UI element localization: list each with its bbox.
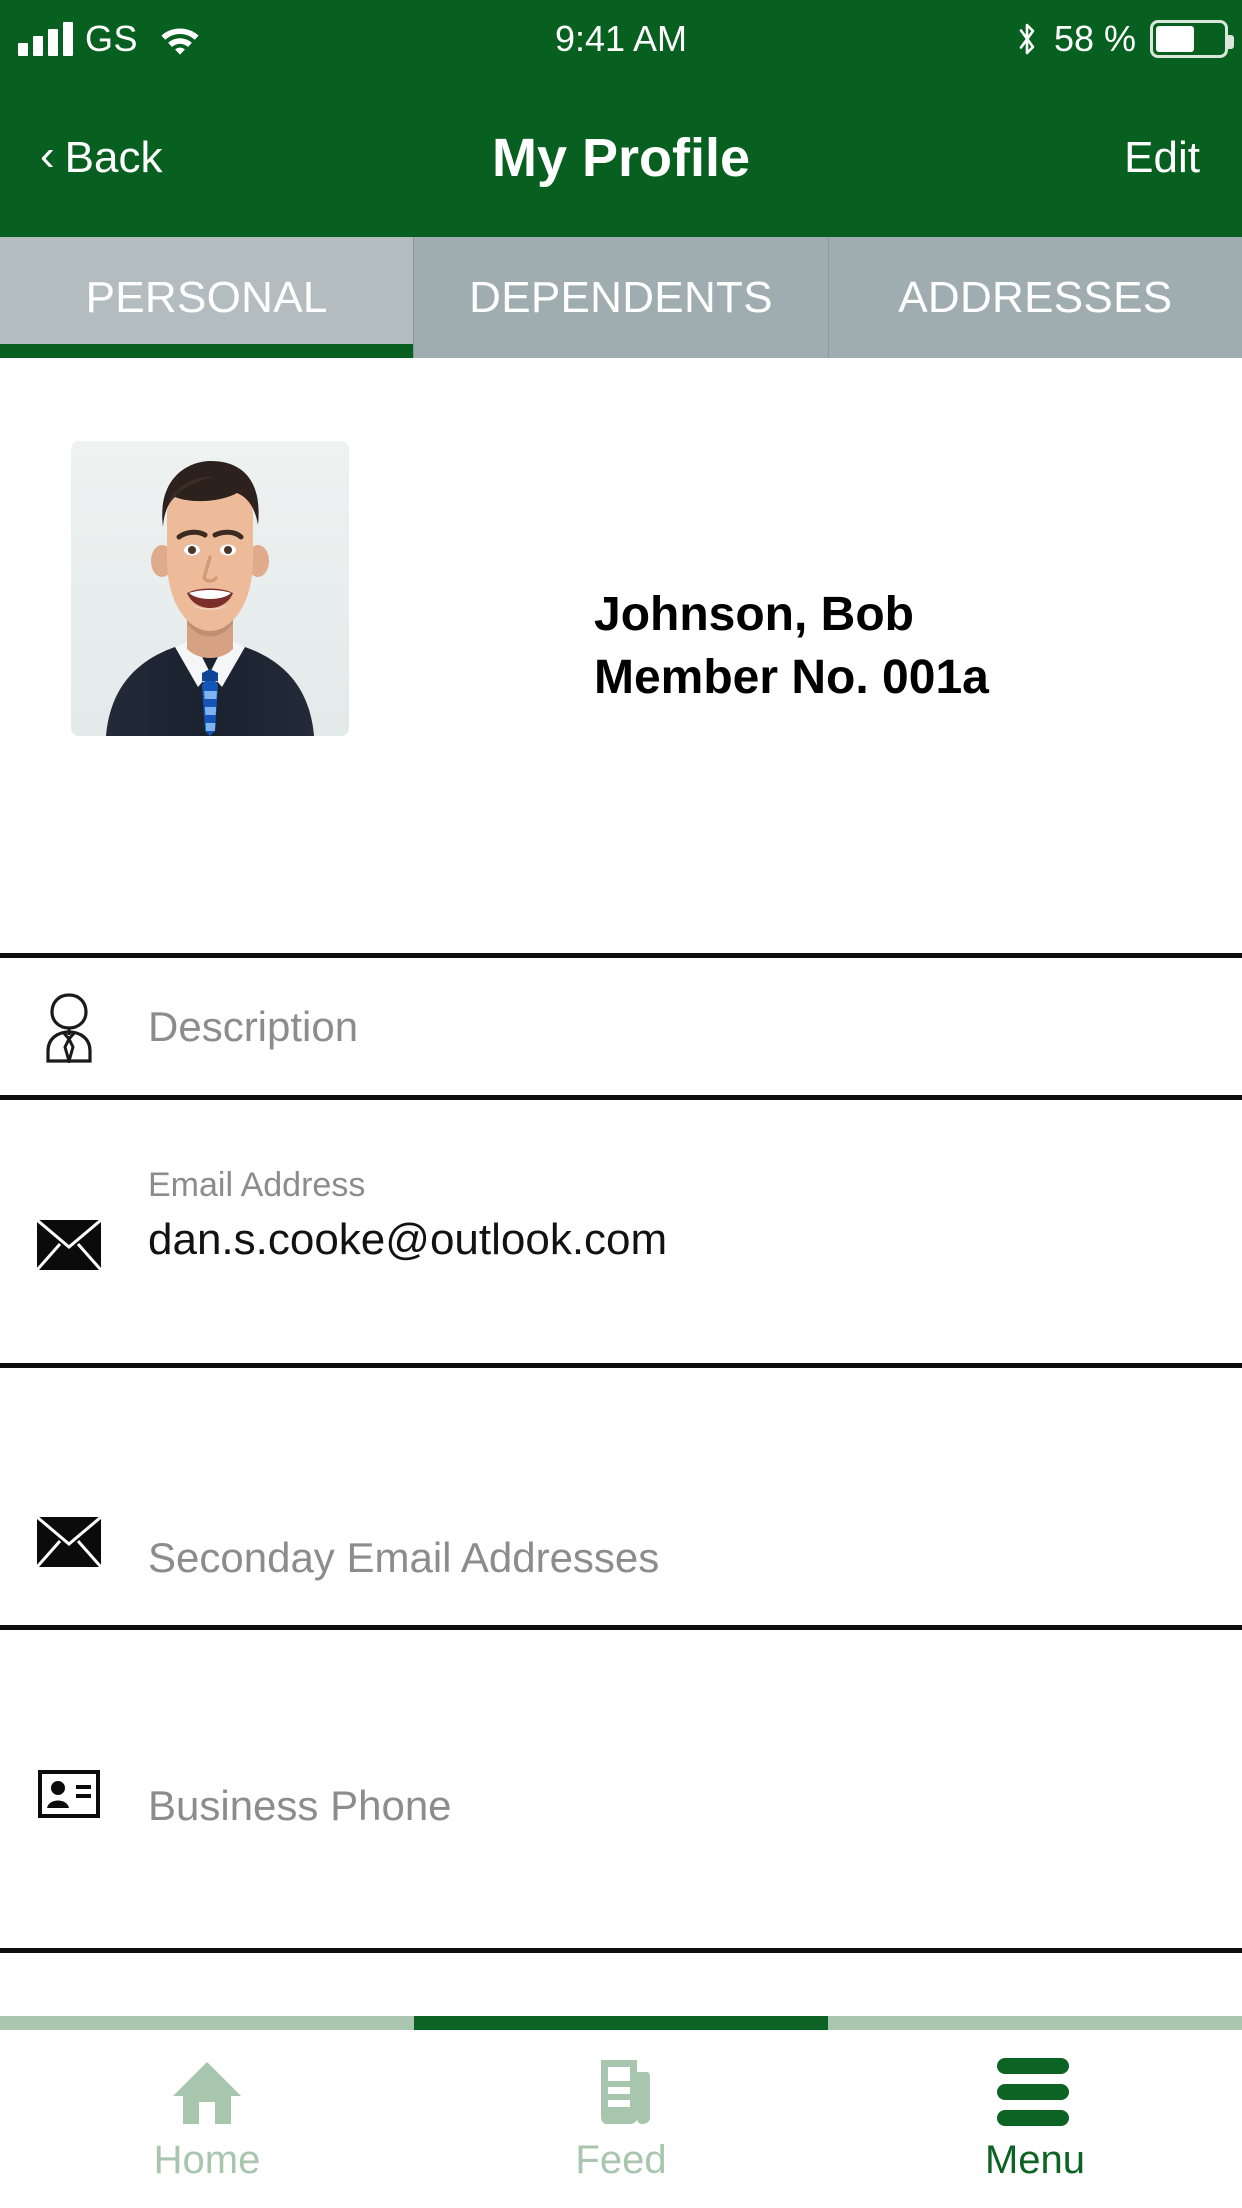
envelope-icon — [32, 1208, 106, 1282]
progress-segment-left — [0, 2016, 414, 2030]
bottom-tab-home[interactable]: Home — [0, 2030, 414, 2208]
status-bar-right: 58 % — [1014, 0, 1234, 78]
field-placeholder-secondary-emails: Seconday Email Addresses — [148, 1533, 660, 1581]
field-text-secondary-emails: Seconday Email Addresses — [148, 1533, 659, 1583]
clock-label: 9:41 AM — [554, 18, 688, 59]
bottom-tab-menu-label: Menu — [984, 2138, 1086, 2182]
field-row-email-address[interactable]: Email Address dan.s.cooke@outlook.com — [0, 1095, 1242, 1363]
profile-header: Johnson, Bob Member No. 001a — [0, 358, 1242, 736]
profile-field-list: Description Email Address dan.s.cooke@ou… — [0, 953, 1242, 1875]
home-icon — [169, 2058, 245, 2126]
feed-icon — [583, 2058, 659, 2126]
tab-dependents-label: DEPENDENTS — [469, 272, 773, 322]
field-placeholder-description: Description — [148, 1002, 359, 1050]
bottom-progress-indicator — [0, 2016, 1242, 2030]
field-row-business-phone[interactable]: Business Phone — [0, 1625, 1242, 1875]
field-text-business-phone: Business Phone — [148, 1781, 452, 1831]
field-text-description: Description — [148, 1001, 358, 1051]
bottom-tab-bar: Home Feed Menu — [0, 2016, 1242, 2208]
page-title: My Profile — [491, 127, 751, 188]
envelope-icon — [32, 1505, 106, 1579]
field-text-email-address: Email Address dan.s.cooke@outlook.com — [148, 1165, 667, 1267]
tab-dependents[interactable]: DEPENDENTS — [414, 237, 829, 358]
status-bar: GS 9:41 AM 58 % — [0, 0, 1242, 78]
tab-addresses[interactable]: ADDRESSES — [828, 237, 1242, 358]
bottom-tab-feed-label: Feed — [575, 2138, 667, 2182]
profile-identity: Johnson, Bob Member No. 001a — [594, 583, 1194, 710]
bottom-tab-menu[interactable]: Menu — [828, 2030, 1242, 2208]
profile-member-no: Member No. 001a — [594, 651, 989, 705]
field-label-email-address: Email Address — [148, 1165, 366, 1204]
progress-segment-right — [828, 2016, 1242, 2030]
contact-card-icon — [32, 1757, 106, 1831]
tab-personal-label: PERSONAL — [85, 272, 328, 322]
profile-photo[interactable] — [71, 441, 349, 736]
progress-segment-active — [414, 2016, 828, 2030]
segment-tab-bar: PERSONAL DEPENDENTS ADDRESSES — [0, 237, 1242, 358]
edit-button[interactable]: Edit — [1124, 78, 1200, 237]
navigation-bar: ‹ Back My Profile Edit — [0, 78, 1242, 237]
bottom-tab-feed[interactable]: Feed — [414, 2030, 828, 2208]
list-bottom-divider — [0, 1948, 1242, 1953]
battery-percent-label: 58 % — [1053, 18, 1136, 59]
tab-addresses-label: ADDRESSES — [898, 272, 1173, 322]
profile-name: Johnson, Bob — [594, 588, 914, 641]
hamburger-icon — [997, 2058, 1073, 2126]
field-value-email-address: dan.s.cooke@outlook.com — [148, 1214, 668, 1264]
battery-icon — [1150, 20, 1234, 58]
field-row-secondary-emails[interactable]: Seconday Email Addresses — [0, 1363, 1242, 1625]
bluetooth-icon — [1014, 20, 1040, 58]
tab-personal[interactable]: PERSONAL — [0, 237, 415, 358]
bottom-tab-buttons: Home Feed Menu — [0, 2030, 1242, 2208]
field-placeholder-business-phone: Business Phone — [148, 1781, 452, 1829]
person-tie-icon — [32, 990, 106, 1064]
bottom-tab-home-label: Home — [153, 2138, 261, 2182]
tab-active-indicator — [0, 344, 414, 358]
field-row-description[interactable]: Description — [0, 953, 1242, 1095]
